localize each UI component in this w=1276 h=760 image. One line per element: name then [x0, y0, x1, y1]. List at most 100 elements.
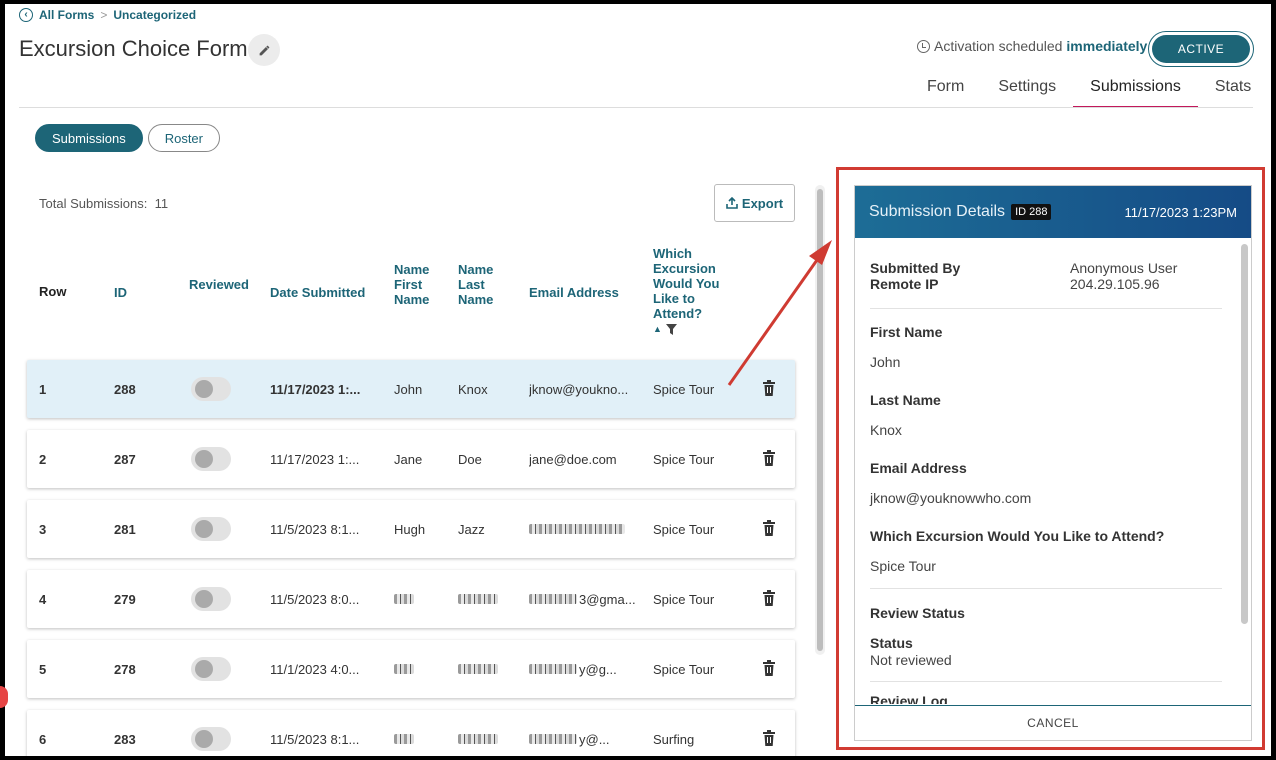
redacted-text	[529, 594, 577, 604]
field-label-excursion: Which Excursion Would You Like to Attend…	[870, 528, 1165, 544]
col-header-email[interactable]: Email Address	[529, 285, 619, 300]
cell-id: 278	[114, 661, 136, 677]
trash-icon[interactable]	[763, 450, 775, 466]
table-row[interactable]: 3 281 11/5/2023 8:1... Hugh Jazz Spice Tour	[27, 500, 795, 558]
table-row[interactable]: 4 279 11/5/2023 8:0... 3@gma... Spice Tour	[27, 570, 795, 628]
cell-email: y@g...	[529, 640, 644, 698]
reviewed-toggle[interactable]	[191, 447, 231, 471]
col-header-row: Row	[39, 284, 67, 299]
redacted-text	[458, 664, 498, 674]
review-status-heading: Review Status	[870, 605, 965, 621]
sort-asc-icon[interactable]: ▲	[653, 322, 662, 337]
header-divider	[19, 107, 1253, 108]
cell-excursion: Surfing	[653, 731, 695, 747]
tab-settings[interactable]: Settings	[981, 78, 1073, 108]
excursion-header-line: Which	[653, 246, 692, 261]
reviewed-toggle[interactable]	[191, 377, 231, 401]
panel-scrollbar[interactable]	[1241, 244, 1248, 624]
tab-submissions[interactable]: Submissions	[1073, 78, 1198, 108]
excursion-header-line: Like to	[653, 291, 695, 306]
cell-first-name: John	[394, 381, 423, 397]
export-button[interactable]: Export	[714, 184, 795, 222]
col-header-excursion[interactable]: Which Excursion Would You Like to Attend…	[653, 246, 719, 337]
submitted-by-label: Submitted By	[870, 260, 961, 276]
pencil-icon	[259, 45, 269, 55]
trash-icon[interactable]	[763, 520, 775, 536]
excursion-header-line: Would You	[653, 276, 720, 291]
cell-excursion: Spice Tour	[653, 451, 715, 467]
cell-date: 11/17/2023 1:...	[270, 451, 360, 467]
cell-first-name	[394, 640, 444, 698]
trash-icon[interactable]	[763, 380, 775, 396]
cell-id: 281	[114, 521, 136, 537]
trash-icon[interactable]	[763, 590, 775, 606]
excursion-header-line: Attend?	[653, 306, 703, 321]
cell-excursion: Spice Tour	[653, 381, 715, 397]
cell-excursion: Spice Tour	[653, 661, 715, 677]
cell-excursion: Spice Tour	[653, 591, 715, 607]
cell-email: jane@doe.com	[529, 451, 617, 467]
submissions-view-button[interactable]: Submissions	[35, 124, 143, 152]
cell-last-name: Doe	[458, 451, 482, 467]
reviewed-toggle[interactable]	[191, 517, 231, 541]
col-header-first-name[interactable]: Name First Name	[394, 262, 429, 307]
divider	[870, 681, 1222, 682]
table-row[interactable]: 6 283 11/5/2023 8:1... y@... Surfing	[27, 710, 795, 756]
panel-date: 11/17/2023 1:23PM	[1124, 204, 1237, 220]
breadcrumb-all-forms[interactable]: All Forms	[39, 8, 94, 22]
field-label-first-name: First Name	[870, 324, 943, 340]
filter-icon[interactable]	[665, 324, 677, 335]
email-visible-part: y@g...	[579, 661, 617, 677]
cell-last-name	[458, 710, 518, 756]
reviewed-toggle[interactable]	[191, 587, 231, 611]
cell-date: 11/1/2023 4:0...	[270, 661, 360, 677]
reviewed-toggle[interactable]	[191, 727, 231, 751]
breadcrumb-current[interactable]: Uncategorized	[113, 8, 196, 22]
reviewed-toggle[interactable]	[191, 657, 231, 681]
tab-stats[interactable]: Stats	[1198, 78, 1268, 108]
app-window: ‹ All Forms > Uncategorized Excursion Ch…	[5, 4, 1271, 756]
cell-last-name	[458, 570, 518, 628]
col-header-id[interactable]: ID	[114, 285, 127, 300]
field-value-last-name: Knox	[870, 422, 902, 438]
field-value-email: jknow@youknowwho.com	[870, 490, 1032, 506]
table-scrollbar-thumb[interactable]	[817, 189, 823, 651]
redacted-text	[394, 594, 414, 604]
activation-value[interactable]: immediately	[1066, 38, 1147, 54]
remote-ip-value: 204.29.105.96	[1070, 276, 1160, 292]
cell-date: 11/5/2023 8:1...	[270, 521, 360, 537]
total-submissions-label: Total Submissions:	[39, 196, 148, 211]
cell-date: 11/5/2023 8:1...	[270, 731, 360, 747]
cell-date: 11/17/2023 1:...	[270, 381, 361, 397]
table-row[interactable]: 2 287 11/17/2023 1:... Jane Doe jane@doe.com S…	[27, 430, 795, 488]
redacted-text	[458, 594, 498, 604]
roster-view-button[interactable]: Roster	[147, 124, 220, 152]
cell-last-name	[458, 640, 518, 698]
divider	[870, 588, 1222, 589]
status-value: Not reviewed	[870, 652, 952, 668]
cell-id: 283	[114, 731, 136, 747]
id-badge: ID 288	[1011, 204, 1052, 220]
trash-icon[interactable]	[763, 660, 775, 676]
table-row[interactable]: 1 288 11/17/2023 1:... John Knox jknow@youkno…	[27, 360, 795, 418]
trash-icon[interactable]	[763, 730, 775, 746]
col-header-date[interactable]: Date Submitted	[270, 285, 365, 300]
cancel-button[interactable]: CANCEL	[855, 705, 1251, 740]
edit-title-button[interactable]	[248, 34, 280, 66]
tab-form[interactable]: Form	[910, 78, 981, 108]
main-tabs: Form Settings Submissions Stats	[910, 78, 1268, 108]
back-circle-icon[interactable]: ‹	[19, 8, 33, 22]
total-submissions-count: 11	[154, 196, 169, 211]
active-toggle[interactable]: ACTIVE	[1148, 31, 1254, 67]
remote-ip-label: Remote IP	[870, 276, 939, 292]
cell-row: 1	[39, 381, 47, 397]
field-value-excursion: Spice Tour	[870, 558, 936, 574]
col-header-last-name[interactable]: Name Last Name	[458, 262, 493, 307]
cell-id: 288	[114, 381, 136, 397]
col-header-reviewed[interactable]: Reviewed	[189, 277, 249, 292]
cell-row: 2	[39, 451, 47, 467]
cell-first-name	[394, 710, 444, 756]
table-row[interactable]: 5 278 11/1/2023 4:0... y@g... Spice Tour	[27, 640, 795, 698]
cell-email: 3@gma...	[529, 570, 644, 628]
cell-date: 11/5/2023 8:0...	[270, 591, 360, 607]
